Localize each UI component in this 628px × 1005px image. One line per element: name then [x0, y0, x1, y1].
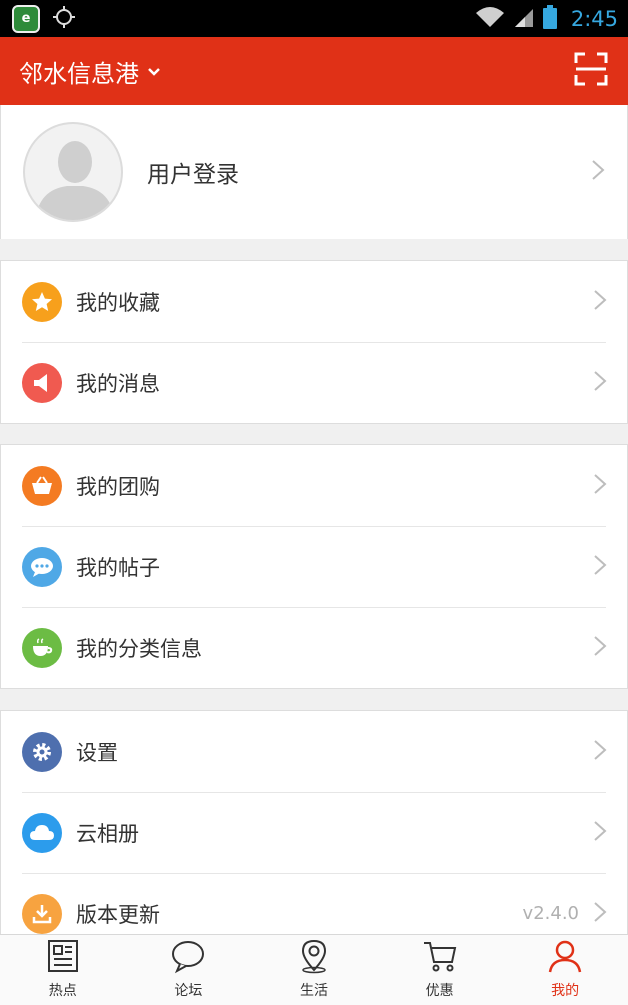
tab-life[interactable]: 生活: [251, 935, 377, 1005]
chevron-right-icon: [593, 554, 607, 580]
menu-item-label: 版本更新: [76, 902, 160, 927]
menu-item-group-buy[interactable]: 我的团购: [1, 445, 627, 526]
chevron-right-icon: [593, 820, 607, 846]
menu-group-2: 我的团购 我的帖子 我的分类信息: [0, 444, 628, 689]
menu-item-messages[interactable]: 我的消息: [1, 342, 627, 423]
menu-item-posts[interactable]: 我的帖子: [1, 526, 627, 607]
chevron-right-icon: [593, 370, 607, 396]
chevron-right-icon: [593, 473, 607, 499]
bottom-nav: 热点 论坛 生活 优惠 我的: [0, 934, 628, 1005]
chevron-right-icon: [593, 289, 607, 315]
menu-item-classifieds[interactable]: 我的分类信息: [1, 607, 627, 688]
menu-item-label: 云相册: [76, 821, 139, 846]
user-login-label: 用户登录: [147, 162, 239, 188]
menu-item-label: 我的分类信息: [76, 636, 202, 661]
tab-label: 热点: [48, 983, 77, 999]
tab-label: 论坛: [174, 983, 203, 999]
chat-bubble-icon: [22, 546, 62, 587]
menu-item-label: 我的收藏: [76, 290, 160, 315]
status-time: 2:45: [570, 6, 618, 31]
gps-icon: [52, 5, 76, 33]
avatar-placeholder-icon: [23, 122, 123, 222]
map-pin-icon: [296, 938, 332, 980]
basket-icon: [22, 465, 62, 506]
menu-group-3: 设置 云相册 版本更新 v2.4.0: [0, 710, 628, 955]
gear-icon: [22, 731, 62, 772]
menu-item-label: 我的帖子: [76, 555, 160, 580]
status-bar: e 2:45: [0, 0, 628, 37]
download-icon: [22, 893, 62, 934]
app-header: 邻水信息港: [0, 37, 628, 105]
newspaper-icon: [45, 938, 81, 980]
tab-hot[interactable]: 热点: [0, 935, 126, 1005]
app-badge-icon: e: [12, 4, 40, 33]
tab-forum[interactable]: 论坛: [126, 935, 252, 1005]
wifi-icon: [475, 5, 505, 33]
tab-mine[interactable]: 我的: [502, 935, 628, 1005]
person-icon: [547, 938, 583, 980]
cart-icon: [422, 938, 458, 980]
tab-deals[interactable]: 优惠: [377, 935, 503, 1005]
menu-item-settings[interactable]: 设置: [1, 711, 627, 792]
menu-item-label: 设置: [76, 740, 118, 765]
scan-qr-icon[interactable]: [574, 52, 608, 90]
menu-item-favorites[interactable]: 我的收藏: [1, 261, 627, 342]
chevron-down-icon[interactable]: [147, 62, 161, 81]
cloud-icon: [22, 812, 62, 853]
menu-group-1: 我的收藏 我的消息: [0, 260, 628, 424]
chevron-right-icon: [593, 901, 607, 927]
tab-label: 我的: [551, 983, 580, 999]
chevron-right-icon: [593, 739, 607, 765]
menu-item-cloud-album[interactable]: 云相册: [1, 792, 627, 873]
battery-icon: [542, 4, 557, 33]
forum-bubble-icon: [170, 938, 206, 980]
app-badge-letter: e: [21, 11, 31, 26]
cup-icon: [22, 627, 62, 668]
menu-item-label: 我的团购: [76, 474, 160, 499]
site-switcher-title[interactable]: 邻水信息港: [19, 54, 139, 89]
chevron-right-icon: [591, 159, 605, 185]
tab-label: 生活: [299, 983, 328, 999]
menu-item-label: 我的消息: [76, 371, 160, 396]
signal-icon: [513, 5, 535, 33]
star-icon: [22, 281, 62, 322]
version-number: v2.4.0: [522, 903, 579, 924]
tab-label: 优惠: [425, 983, 454, 999]
megaphone-icon: [22, 362, 62, 403]
user-login-row[interactable]: 用户登录: [0, 105, 628, 239]
chevron-right-icon: [593, 635, 607, 661]
